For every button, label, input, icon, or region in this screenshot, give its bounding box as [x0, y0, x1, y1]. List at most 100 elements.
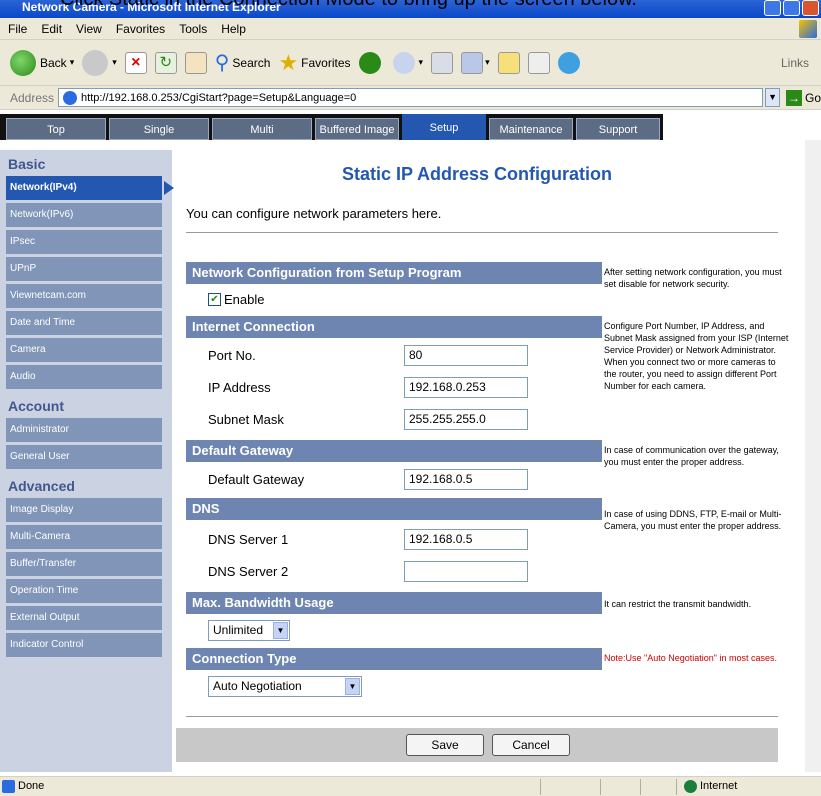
- sidebar-item-network-ipv6[interactable]: Network(IPv6): [6, 203, 162, 227]
- search-icon: ⚲: [214, 52, 230, 74]
- tab-setup[interactable]: Setup: [402, 114, 486, 140]
- tab-maintenance[interactable]: Maintenance: [489, 118, 573, 140]
- star-icon: ★: [278, 49, 299, 75]
- sidebar-item-audio[interactable]: Audio: [6, 365, 162, 389]
- setup-sidebar: Basic Network(IPv4) Network(IPv6) IPsec …: [0, 150, 174, 772]
- setup-program-note: After setting network configuration, you…: [604, 267, 782, 289]
- home-button[interactable]: [184, 51, 207, 74]
- address-label: Address: [10, 90, 55, 105]
- menu-view[interactable]: View: [76, 22, 102, 36]
- tab-multi[interactable]: Multi: [212, 118, 312, 140]
- chevron-down-icon: ▾: [418, 57, 424, 67]
- enable-checkbox[interactable]: ✔ Enable: [208, 292, 264, 307]
- sidebar-heading-advanced: Advanced: [8, 478, 75, 494]
- default-gateway-field[interactable]: 192.168.0.5: [404, 469, 528, 490]
- sidebar-item-external-output[interactable]: External Output: [6, 606, 162, 630]
- button-bar: Save Cancel: [176, 728, 778, 762]
- section-header-connection-type: Connection Type: [186, 648, 602, 670]
- section-header-dns: DNS: [186, 498, 602, 520]
- menu-file[interactable]: File: [8, 22, 27, 36]
- status-text: Done: [18, 780, 45, 792]
- windows-logo-icon: [799, 20, 817, 38]
- sidebar-item-upnp[interactable]: UPnP: [6, 257, 162, 281]
- sidebar-item-image-display[interactable]: Image Display: [6, 498, 162, 522]
- research-button[interactable]: [527, 51, 550, 74]
- sidebar-item-viewnetcam[interactable]: Viewnetcam.com: [6, 284, 162, 308]
- sidebar-item-buffer-transfer[interactable]: Buffer/Transfer: [6, 552, 162, 576]
- back-arrow-icon: [10, 49, 36, 76]
- port-field[interactable]: 80: [404, 345, 528, 366]
- sidebar-item-ipsec[interactable]: IPsec: [6, 230, 162, 254]
- home-icon: [184, 51, 207, 74]
- back-button[interactable]: Back ▾: [10, 49, 75, 76]
- vertical-scrollbar[interactable]: [805, 140, 821, 772]
- security-zone: Internet: [700, 780, 738, 792]
- edit-button[interactable]: ▾: [461, 51, 490, 74]
- favorites-button[interactable]: ★ Favorites: [278, 50, 350, 76]
- edit-icon: [461, 51, 484, 74]
- status-divider: [676, 779, 677, 795]
- save-button[interactable]: Save: [406, 734, 484, 756]
- tab-buffered-image[interactable]: Buffered Image: [315, 118, 399, 140]
- menu-favorites[interactable]: Favorites: [116, 22, 165, 36]
- dns-server-1-field[interactable]: 192.168.0.5: [404, 529, 528, 550]
- menu-tools[interactable]: Tools: [179, 22, 207, 36]
- address-bar: Address http://192.168.0.253/CgiStart?pa…: [0, 86, 821, 110]
- media-button[interactable]: [358, 51, 385, 74]
- dns-server-2-field[interactable]: [404, 561, 528, 582]
- menu-edit[interactable]: Edit: [41, 22, 62, 36]
- dns-note: In case of using DDNS, FTP, E-mail or Mu…: [604, 509, 782, 531]
- cancel-button[interactable]: Cancel: [492, 734, 570, 756]
- ip-address-label: IP Address: [208, 380, 271, 395]
- stop-icon: ×: [124, 51, 147, 74]
- enable-label: Enable: [224, 292, 265, 307]
- sidebar-item-general-user[interactable]: General User: [6, 445, 162, 469]
- connection-type-select[interactable]: Auto Negotiation ▼: [208, 676, 362, 697]
- folder-button[interactable]: [497, 51, 520, 74]
- links-label[interactable]: Links: [781, 56, 809, 70]
- go-button[interactable]: → Go: [785, 89, 821, 106]
- sidebar-item-multi-camera[interactable]: Multi-Camera: [6, 525, 162, 549]
- checkmark-icon: ✔: [208, 293, 221, 306]
- main-content: Static IP Address Configuration You can …: [172, 150, 805, 772]
- messenger-button[interactable]: [557, 51, 584, 74]
- tab-single[interactable]: Single: [109, 118, 209, 140]
- menu-help[interactable]: Help: [221, 22, 246, 36]
- connection-type-note: Note:Use "Auto Negotiation" in most case…: [604, 653, 777, 663]
- browser-toolbar: Back ▾ ▾ × ↻ ⚲ Search ★ Favorites ▾ ▾ Li…: [0, 40, 821, 86]
- search-label: Search: [232, 55, 271, 70]
- print-button[interactable]: [431, 51, 454, 74]
- status-divider: [640, 779, 641, 795]
- go-arrow-icon: →: [785, 89, 802, 106]
- go-label: Go: [804, 90, 821, 105]
- back-label: Back: [40, 55, 67, 70]
- tab-top[interactable]: Top: [6, 118, 106, 140]
- chevron-down-icon: ▾: [69, 57, 75, 67]
- address-url: http://192.168.0.253/CgiStart?page=Setup…: [81, 91, 357, 104]
- chevron-down-icon: ▼: [345, 678, 360, 695]
- port-label: Port No.: [208, 348, 256, 363]
- sidebar-item-camera[interactable]: Camera: [6, 338, 162, 362]
- mail-button[interactable]: ▾: [392, 51, 424, 74]
- folder-icon: [497, 51, 520, 74]
- bandwidth-select[interactable]: Unlimited ▼: [208, 620, 290, 641]
- subnet-mask-field[interactable]: 255.255.255.0: [404, 409, 528, 430]
- refresh-button[interactable]: ↻: [154, 51, 177, 74]
- sidebar-item-administrator[interactable]: Administrator: [6, 418, 162, 442]
- forward-button[interactable]: ▾: [82, 49, 117, 76]
- tab-support[interactable]: Support: [576, 118, 660, 140]
- bandwidth-value: Unlimited: [213, 623, 264, 637]
- address-input[interactable]: http://192.168.0.253/CgiStart?page=Setup…: [58, 88, 764, 107]
- ip-address-field[interactable]: 192.168.0.253: [404, 377, 528, 398]
- sidebar-item-indicator-control[interactable]: Indicator Control: [6, 633, 162, 657]
- menu-bar: File Edit View Favorites Tools Help: [0, 18, 821, 40]
- sidebar-item-network-ipv4[interactable]: Network(IPv4): [6, 176, 174, 200]
- sidebar-item-date-time[interactable]: Date and Time: [6, 311, 162, 335]
- sidebar-heading-basic: Basic: [8, 156, 46, 172]
- sidebar-item-operation-time[interactable]: Operation Time: [6, 579, 162, 603]
- search-button[interactable]: ⚲ Search: [215, 50, 271, 75]
- address-dropdown-icon[interactable]: ▼: [765, 88, 780, 107]
- forward-arrow-icon: [82, 49, 109, 76]
- stop-button[interactable]: ×: [124, 51, 147, 74]
- messenger-icon: [557, 51, 580, 74]
